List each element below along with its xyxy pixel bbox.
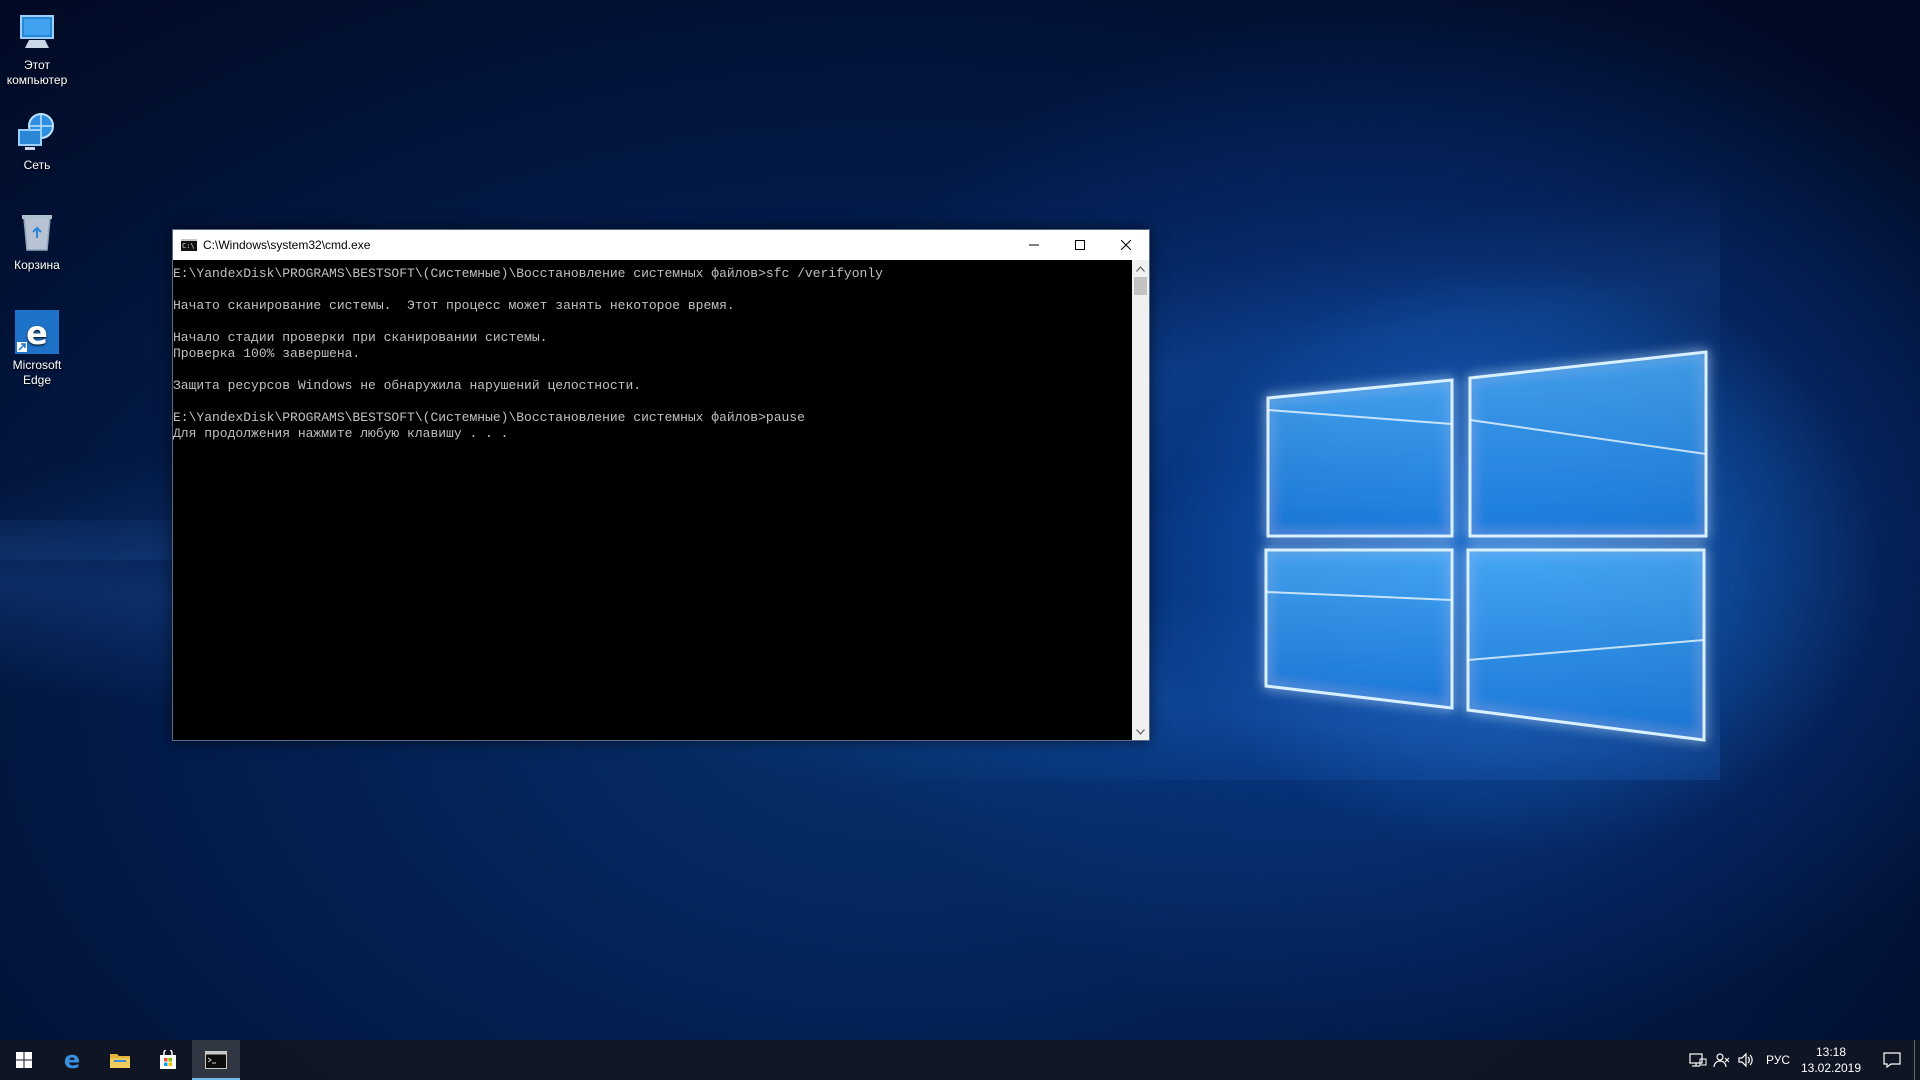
vertical-scrollbar[interactable] (1132, 260, 1149, 740)
network-tray-icon (1689, 1053, 1707, 1067)
scroll-down-button[interactable] (1132, 723, 1149, 740)
scroll-up-button[interactable] (1132, 260, 1149, 277)
taskbar-store-button[interactable] (144, 1040, 192, 1080)
cmd-window-title: C:\Windows\system32\cmd.exe (203, 238, 371, 252)
cmd-titlebar[interactable]: C:\ C:\Windows\system32\cmd.exe (173, 230, 1149, 260)
tray-time: 13:18 (1815, 1045, 1847, 1059)
people-tray-button[interactable] (1710, 1040, 1734, 1080)
start-button[interactable] (0, 1040, 48, 1080)
maximize-button[interactable] (1057, 230, 1103, 260)
desktop-icon-label: компьютер (6, 73, 68, 87)
network-tray-button[interactable] (1686, 1040, 1710, 1080)
minimize-icon (1029, 244, 1039, 246)
language-indicator[interactable]: РУС (1766, 1053, 1790, 1067)
desktop-icon-network[interactable]: Сеть (4, 110, 70, 173)
desktop-icon-label: Этот (24, 58, 50, 72)
cmd-window[interactable]: C:\ C:\Windows\system32\cmd.exe E:\Yande… (172, 229, 1150, 741)
volume-icon (1738, 1052, 1753, 1068)
desktop-icon-this-pc[interactable]: Этот компьютер (4, 10, 70, 88)
taskbar-file-explorer-button[interactable] (96, 1040, 144, 1080)
scrollbar-thumb[interactable] (1134, 277, 1147, 295)
desktop-icon-label: Edge (22, 373, 52, 387)
network-icon (15, 110, 59, 154)
tray-clock[interactable]: 13:18 13.02.2019 (1800, 1044, 1862, 1076)
close-icon (1121, 240, 1131, 250)
recycle-bin-icon (15, 210, 59, 254)
cmd-app-icon: C:\ (181, 239, 197, 251)
desktop-icon-label: Сеть (23, 158, 51, 172)
action-center-button[interactable] (1870, 1040, 1914, 1080)
file-explorer-icon (110, 1054, 130, 1068)
system-tray: РУС 13:18 13.02.2019 (1686, 1040, 1920, 1080)
volume-tray-button[interactable] (1734, 1040, 1758, 1080)
logo-pane-bottom-right (1466, 548, 1706, 742)
desktop-icon-recycle-bin[interactable]: Корзина (4, 210, 70, 273)
logo-pane-bottom-left (1264, 548, 1454, 710)
tray-date: 13.02.2019 (1800, 1061, 1862, 1075)
maximize-icon (1075, 240, 1085, 250)
people-tray-icon (1713, 1053, 1730, 1068)
taskbar: e РУС 13:18 13.02.2019 (0, 1040, 1920, 1080)
desktop-icon-label: Корзина (14, 258, 60, 272)
chevron-up-icon (1136, 265, 1145, 272)
svg-text:e: e (26, 314, 48, 352)
edge-icon: e (15, 310, 59, 354)
notification-icon (1883, 1052, 1901, 1068)
minimize-button[interactable] (1011, 230, 1057, 260)
svg-text:e: e (64, 1049, 80, 1071)
logo-pane-top-left (1266, 378, 1454, 538)
start-icon (16, 1052, 32, 1068)
chevron-down-icon (1136, 728, 1145, 735)
cmd-icon (205, 1051, 227, 1069)
logo-pane-top-right (1468, 350, 1708, 538)
console-output[interactable]: E:\YandexDisk\PROGRAMS\BESTSOFT\(Системн… (173, 260, 1132, 740)
taskbar-cmd-button[interactable] (192, 1040, 240, 1080)
taskbar-edge-button[interactable]: e (48, 1040, 96, 1080)
desktop-icon-edge[interactable]: e Microsoft Edge (4, 310, 70, 388)
edge-icon: e (64, 1049, 80, 1071)
this-pc-icon (15, 10, 59, 54)
desktop-icon-label: Microsoft (12, 358, 62, 372)
store-icon (160, 1050, 176, 1069)
show-desktop-button[interactable] (1914, 1040, 1920, 1080)
close-button[interactable] (1103, 230, 1149, 260)
